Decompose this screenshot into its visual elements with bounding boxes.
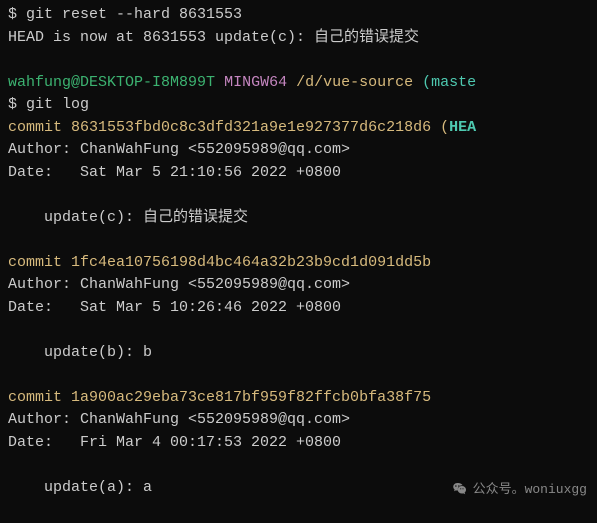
commit-hash: 1fc4ea10756198d4bc464a32b23b9cd1d091dd5b [71, 254, 431, 271]
commit-line: commit 1fc4ea10756198d4bc464a32b23b9cd1d… [8, 252, 589, 275]
log-command: git log [26, 96, 89, 113]
commit-date: Date: Sat Mar 5 21:10:56 2022 +0800 [8, 162, 589, 185]
commit-line: commit 1a900ac29eba73ce817bf959f82ffcb0b… [8, 387, 589, 410]
prompt-space [215, 74, 224, 91]
watermark-text: 公众号。woniuxgg [473, 480, 587, 500]
blank-line [8, 319, 589, 342]
reset-command-line: $ git reset --hard 8631553 [8, 4, 589, 27]
watermark: 公众号。woniuxgg [451, 480, 587, 500]
commit-hash: 1a900ac29eba73ce817bf959f82ffcb0bfa38f75 [71, 389, 431, 406]
reset-output: HEAD is now at 8631553 update(c): 自己的错误提… [8, 27, 589, 50]
prompt-host: DESKTOP-I8M899T [80, 74, 215, 91]
blank-line [8, 364, 589, 387]
prompt-space [413, 74, 422, 91]
blank-line [8, 184, 589, 207]
head-ref: HEA [449, 119, 476, 136]
prompt-at: @ [71, 74, 80, 91]
commit-author: Author: ChanWahFung <552095989@qq.com> [8, 139, 589, 162]
reset-command: git reset --hard 8631553 [26, 6, 242, 23]
prompt-symbol: $ [8, 6, 26, 23]
commit-date: Date: Fri Mar 4 00:17:53 2022 +0800 [8, 432, 589, 455]
commit-author: Author: ChanWahFung <552095989@qq.com> [8, 409, 589, 432]
shell-prompt-line: wahfung@DESKTOP-I8M899T MINGW64 /d/vue-s… [8, 72, 589, 95]
commit-message: update(c): 自己的错误提交 [8, 207, 589, 230]
commit-label: commit [8, 254, 71, 271]
commit-author: Author: ChanWahFung <552095989@qq.com> [8, 274, 589, 297]
commit-message: update(b): b [8, 342, 589, 365]
prompt-space [287, 74, 296, 91]
prompt-symbol: $ [8, 96, 26, 113]
ref-paren-open: ( [431, 119, 449, 136]
blank-line [8, 49, 589, 72]
commit-hash: 8631553fbd0c8c3dfd321a9e1e927377d6c218d6 [71, 119, 431, 136]
commit-line: commit 8631553fbd0c8c3dfd321a9e1e927377d… [8, 117, 589, 140]
wechat-icon [451, 480, 469, 498]
log-command-line: $ git log [8, 94, 589, 117]
prompt-mingw: MINGW64 [224, 74, 287, 91]
commit-label: commit [8, 119, 71, 136]
blank-line [8, 454, 589, 477]
prompt-branch: maste [431, 74, 476, 91]
blank-line [8, 229, 589, 252]
prompt-user: wahfung [8, 74, 71, 91]
commit-label: commit [8, 389, 71, 406]
commit-date: Date: Sat Mar 5 10:26:46 2022 +0800 [8, 297, 589, 320]
prompt-path: /d/vue-source [296, 74, 413, 91]
branch-paren-open: ( [422, 74, 431, 91]
